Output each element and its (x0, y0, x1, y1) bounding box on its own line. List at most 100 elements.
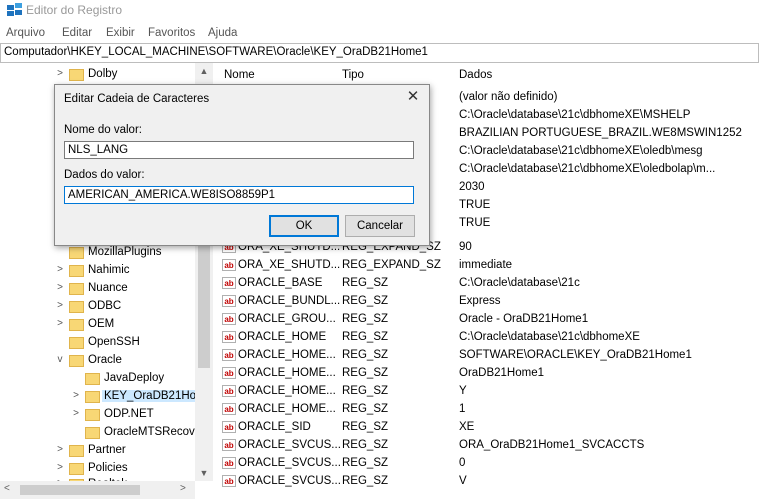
chevron-right-icon[interactable]: > (55, 318, 65, 329)
string-value-icon: ab (222, 295, 236, 307)
string-value-icon: ab (222, 349, 236, 361)
horizontal-scroll-thumb[interactable] (20, 485, 140, 495)
value-row[interactable]: ab ORACLE_HOME... REG_SZ Y (214, 383, 759, 401)
string-value-icon: ab (222, 475, 236, 487)
folder-icon (85, 409, 100, 421)
tree-item-label: OEM (88, 318, 115, 330)
value-name-field[interactable] (64, 141, 414, 159)
chevron-right-icon[interactable]: > (55, 462, 65, 473)
value-data: C:\Oracle\database\21c\dbhomeXE\oledb\me… (459, 145, 703, 157)
value-name: ORACLE_HOME... (238, 349, 336, 361)
value-row[interactable]: ab ORACLE_HOME... REG_SZ OraDB21Home1 (214, 365, 759, 383)
value-data: immediate (459, 259, 513, 271)
tree-horizontal-scrollbar[interactable]: < > (0, 481, 195, 499)
scroll-up-icon[interactable]: ▲ (196, 64, 212, 78)
value-data: 1 (459, 403, 466, 415)
window-title: Editor do Registro (26, 3, 123, 17)
value-name: ORACLE_SVCUS... (238, 457, 341, 469)
folder-icon (69, 463, 84, 475)
ok-button[interactable]: OK (269, 215, 339, 237)
menu-exibir[interactable]: Exibir (106, 27, 135, 39)
scroll-down-icon[interactable]: ▼ (196, 466, 212, 480)
value-data: 0 (459, 457, 466, 469)
value-type: REG_SZ (342, 331, 389, 343)
scroll-left-icon[interactable]: < (4, 483, 10, 494)
chevron-right-icon[interactable]: > (55, 282, 65, 293)
value-row[interactable]: ab ORACLE_HOME... REG_SZ SOFTWARE\ORACLE\KE… (214, 347, 759, 365)
folder-icon (85, 427, 100, 439)
value-name: ORACLE_SVCUS... (238, 439, 341, 451)
value-type: REG_SZ (342, 367, 389, 379)
tree-item-label: OpenSSH (88, 336, 140, 348)
string-value-icon: ab (222, 367, 236, 379)
value-name: ORACLE_BASE (238, 277, 323, 289)
value-name: ORA_XE_SHUTD... (238, 259, 341, 271)
scroll-right-icon[interactable]: > (180, 483, 186, 494)
value-data: C:\Oracle\database\21c\dbhomeXE\oledbola… (459, 163, 716, 175)
value-name: ORACLE_HOME... (238, 367, 336, 379)
value-data: 2030 (459, 181, 485, 193)
value-data: XE (459, 421, 475, 433)
value-data: ORA_OraDB21Home1_SVCACCTS (459, 439, 645, 451)
menu-arquivo[interactable]: Arquivo (6, 27, 45, 39)
column-header-name[interactable]: Nome (224, 69, 255, 81)
value-type: REG_SZ (342, 277, 389, 289)
value-type: REG_SZ (342, 313, 389, 325)
address-bar[interactable]: Computador\HKEY_LOCAL_MACHINE\SOFTWARE\O… (0, 43, 759, 63)
chevron-right-icon[interactable]: > (55, 264, 65, 275)
folder-icon (69, 301, 84, 313)
value-data: TRUE (459, 217, 491, 229)
value-data: BRAZILIAN PORTUGUESE_BRAZIL.WE8MSWIN1252 (459, 127, 742, 139)
value-data: C:\Oracle\database\21c\dbhomeXE\MSHELP (459, 109, 691, 121)
menu-favoritos[interactable]: Favoritos (148, 27, 195, 39)
value-data: C:\Oracle\database\21c (459, 277, 580, 289)
chevron-right-icon[interactable]: > (55, 300, 65, 311)
value-data: 90 (459, 241, 472, 253)
tree-item-label: Nuance (88, 282, 128, 294)
string-value-icon: ab (222, 403, 236, 415)
value-data: Express (459, 295, 501, 307)
address-path: Computador\HKEY_LOCAL_MACHINE\SOFTWARE\O… (4, 46, 428, 58)
value-row[interactable]: ab ORACLE_HOME REG_SZ C:\Oracle\database\21… (214, 329, 759, 347)
value-type: REG_SZ (342, 385, 389, 397)
value-row[interactable]: ab ORA_XE_SHUTD... REG_EXPAND_SZ immediate (214, 257, 759, 275)
value-row[interactable]: ab ORACLE_SVCUS... REG_SZ ORA_OraDB21Home1_… (214, 437, 759, 455)
menu-editar[interactable]: Editar (62, 27, 92, 39)
value-name: ORACLE_HOME (238, 331, 327, 343)
column-header-type[interactable]: Tipo (342, 69, 364, 81)
dialog-title: Editar Cadeia de Caracteres (64, 93, 210, 105)
tree-item-label: ODBC (88, 300, 122, 312)
value-data: SOFTWARE\ORACLE\KEY_OraDB21Home1 (459, 349, 692, 361)
close-icon[interactable]: ✕ (403, 88, 423, 106)
value-row[interactable]: ab ORACLE_BUNDL... REG_SZ Express (214, 293, 759, 311)
string-value-icon: ab (222, 421, 236, 433)
value-data-field[interactable] (64, 186, 414, 204)
value-row[interactable]: ab ORACLE_HOME... REG_SZ 1 (214, 401, 759, 419)
value-row[interactable]: ab ORACLE_SVCUS... REG_SZ V (214, 473, 759, 491)
value-name: ORACLE_BUNDL... (238, 295, 341, 307)
menu-bar: Arquivo Editar Exibir Favoritos Ajuda (0, 24, 759, 42)
folder-open-icon (69, 355, 84, 367)
value-row[interactable]: ab ORACLE_SID REG_SZ XE (214, 419, 759, 437)
folder-icon (85, 391, 100, 403)
value-row[interactable]: ab ORACLE_GROU... REG_SZ Oracle - OraDB21Ho… (214, 311, 759, 329)
value-row[interactable]: ab ORACLE_BASE REG_SZ C:\Oracle\database\21… (214, 275, 759, 293)
chevron-right-icon[interactable]: > (55, 444, 65, 455)
column-header-data[interactable]: Dados (459, 69, 492, 81)
string-value-icon: ab (222, 439, 236, 451)
folder-icon (69, 69, 84, 81)
value-name: ORACLE_SID (238, 421, 311, 433)
cancel-button[interactable]: Cancelar (345, 215, 415, 237)
chevron-right-icon[interactable]: > (71, 390, 81, 401)
value-name: ORACLE_HOME... (238, 385, 336, 397)
chevron-down-icon[interactable]: v (55, 354, 65, 365)
value-data: TRUE (459, 199, 491, 211)
chevron-right-icon[interactable]: > (71, 408, 81, 419)
menu-ajuda[interactable]: Ajuda (208, 27, 237, 39)
chevron-right-icon[interactable]: > (55, 68, 65, 79)
value-type: REG_SZ (342, 475, 389, 487)
folder-icon (69, 319, 84, 331)
value-data: Y (459, 385, 467, 397)
value-row[interactable]: ab ORACLE_SVCUS... REG_SZ 0 (214, 455, 759, 473)
registry-editor-icon (7, 3, 22, 16)
